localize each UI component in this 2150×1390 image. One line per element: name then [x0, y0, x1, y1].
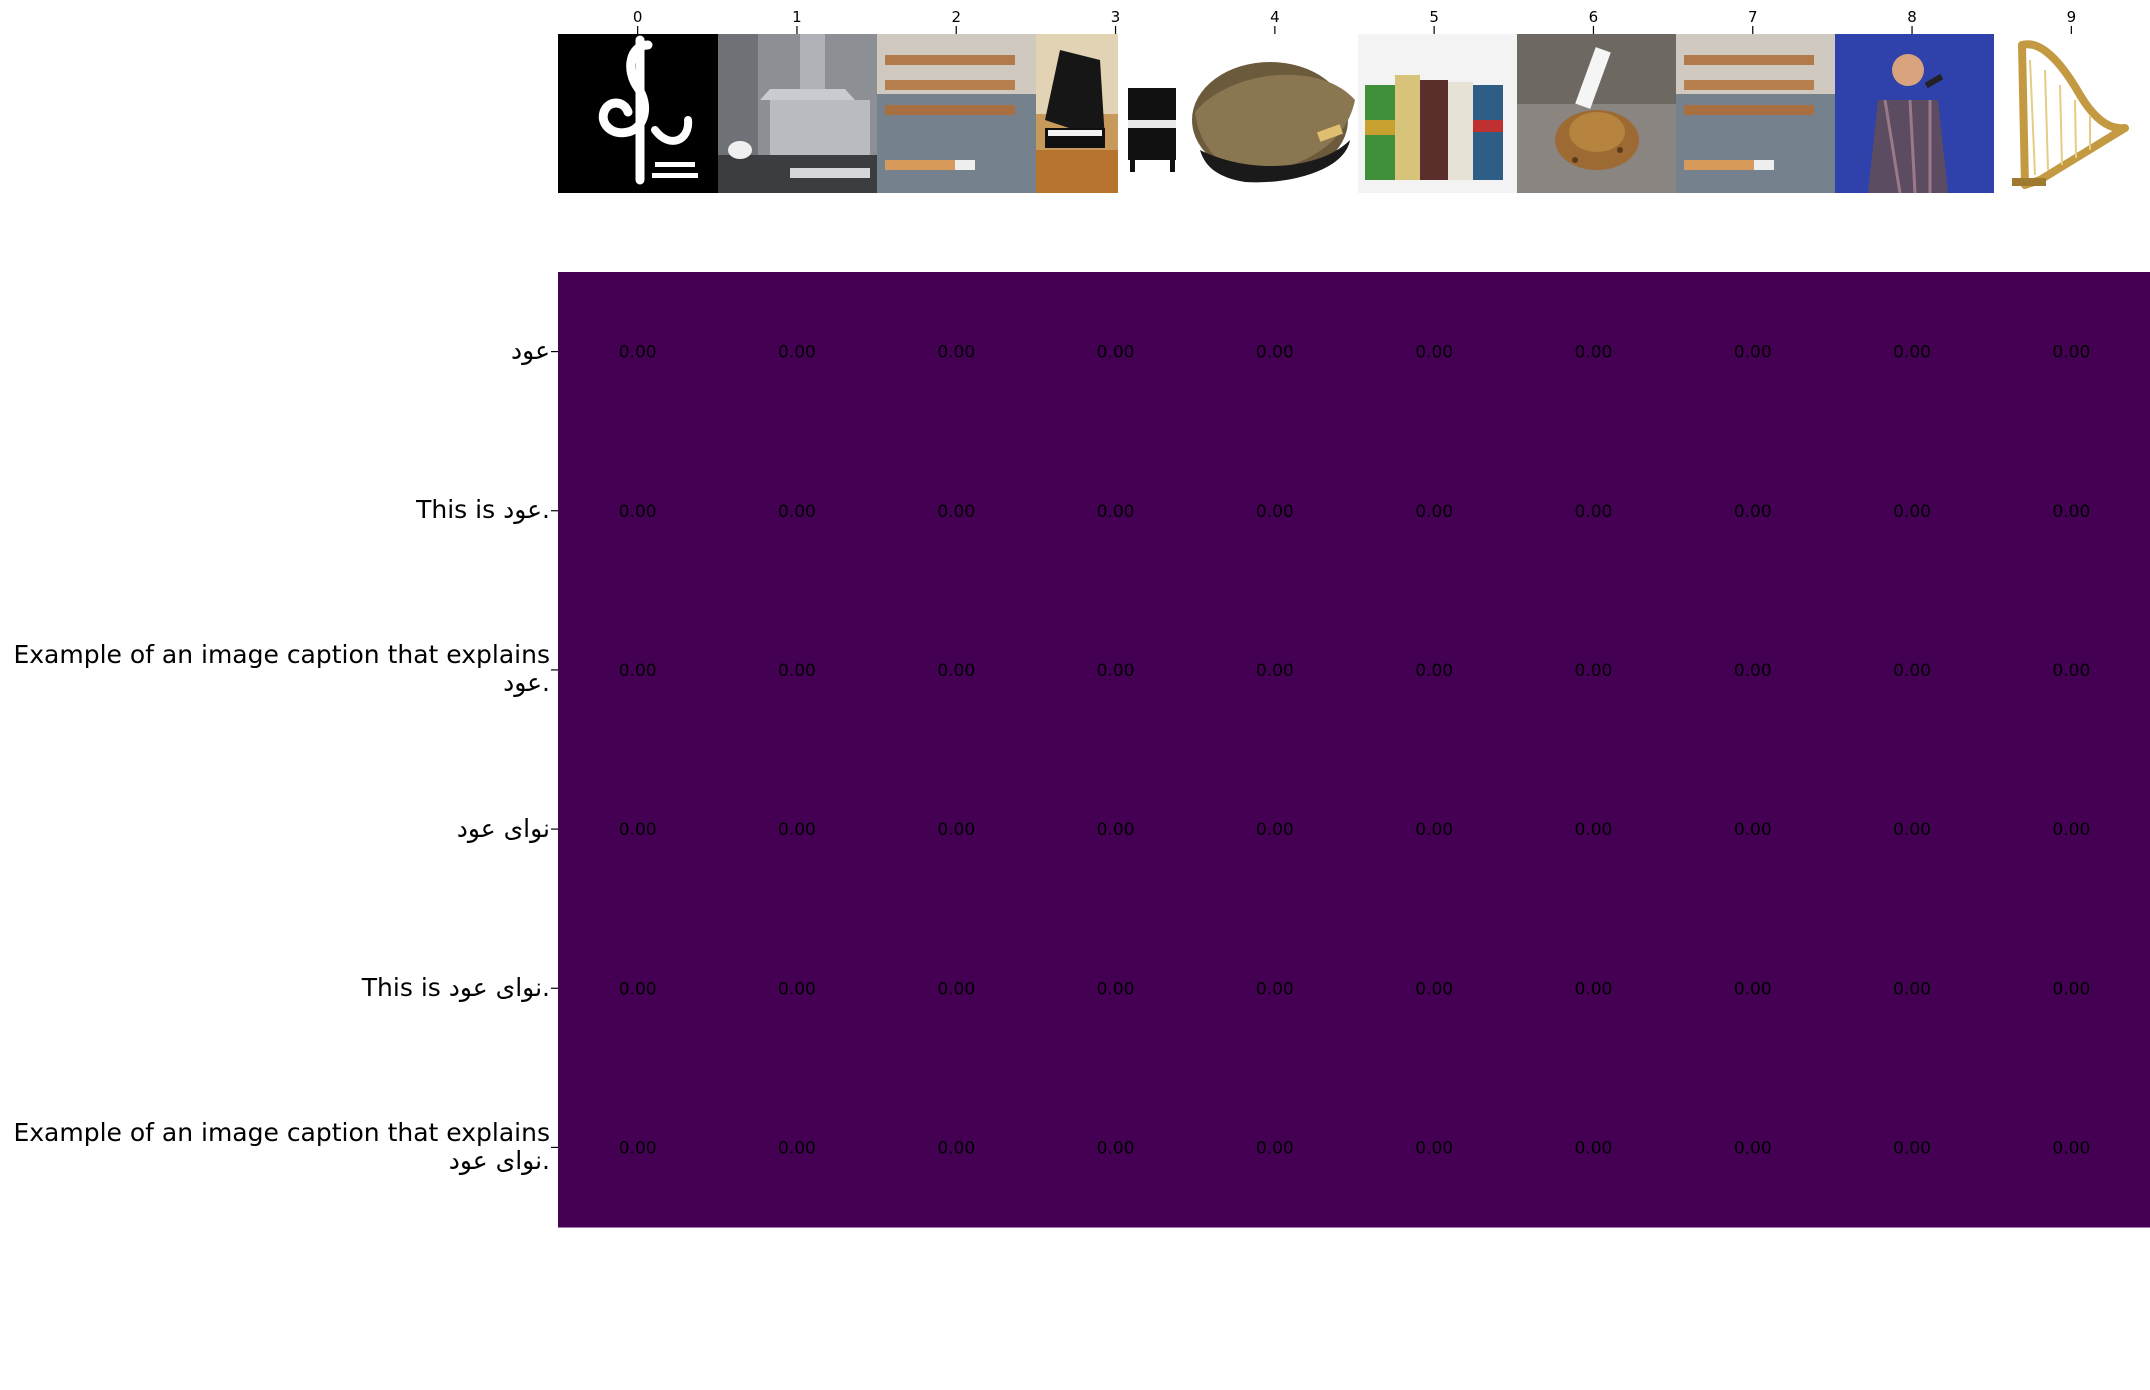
y-tick-label-1: This is عود.	[416, 495, 550, 524]
cell-label-0-4: 0.00	[1256, 343, 1294, 363]
cell-label-1-5: 0.00	[1415, 502, 1453, 522]
image-strip	[558, 34, 2150, 193]
cell-label-4-1: 0.00	[778, 979, 816, 999]
cell-label-5-6: 0.00	[1575, 1138, 1613, 1158]
cell-label-3-5: 0.00	[1415, 820, 1453, 840]
cell-label-0-1: 0.00	[778, 343, 816, 363]
cell-label-2-6: 0.00	[1575, 661, 1613, 681]
y-tick-label-3: نوای عود	[456, 814, 550, 843]
thumbnail-5	[1358, 34, 1517, 193]
cell-label-2-5: 0.00	[1415, 661, 1453, 681]
cell-label-4-6: 0.00	[1575, 979, 1613, 999]
cell-label-2-9: 0.00	[2052, 661, 2090, 681]
cell-label-1-4: 0.00	[1256, 502, 1294, 522]
cell-label-0-7: 0.00	[1734, 343, 1772, 363]
cell-label-5-1: 0.00	[778, 1138, 816, 1158]
cell-label-5-7: 0.00	[1734, 1138, 1772, 1158]
cell-label-5-0: 0.00	[619, 1138, 657, 1158]
cell-label-4-7: 0.00	[1734, 979, 1772, 999]
x-tick-label-5: 5	[1429, 8, 1439, 26]
cell-label-1-7: 0.00	[1734, 502, 1772, 522]
y-tick-label-0: عود	[511, 336, 550, 365]
cell-label-2-8: 0.00	[1893, 661, 1931, 681]
cell-label-0-8: 0.00	[1893, 343, 1931, 363]
cell-label-4-8: 0.00	[1893, 979, 1931, 999]
x-tick-label-3: 3	[1111, 8, 1121, 26]
thumbnail-7	[1676, 34, 1835, 193]
cell-label-3-9: 0.00	[2052, 820, 2090, 840]
thumbnail-8	[1835, 34, 1994, 193]
x-tick-label-0: 0	[633, 8, 643, 26]
cell-label-3-0: 0.00	[619, 820, 657, 840]
x-tick-label-4: 4	[1270, 8, 1280, 26]
thumbnail-2	[877, 34, 1036, 193]
x-tick-label-9: 9	[2067, 8, 2077, 26]
cell-label-2-2: 0.00	[937, 661, 975, 681]
thumbnail-6	[1517, 34, 1676, 193]
cell-label-4-2: 0.00	[937, 979, 975, 999]
cell-label-4-9: 0.00	[2052, 979, 2090, 999]
cell-label-1-9: 0.00	[2052, 502, 2090, 522]
x-tick-label-1: 1	[792, 8, 802, 26]
cell-label-0-0: 0.00	[619, 343, 657, 363]
x-axis-ticks: 0 1 2 3 4 5 6 7 8 9	[633, 8, 2076, 34]
cell-label-3-4: 0.00	[1256, 820, 1294, 840]
cell-label-0-3: 0.00	[1097, 343, 1135, 363]
y-tick-label-2: Example of an image caption that explain…	[13, 640, 550, 697]
cell-label-4-4: 0.00	[1256, 979, 1294, 999]
cell-label-4-5: 0.00	[1415, 979, 1453, 999]
cell-label-2-3: 0.00	[1097, 661, 1135, 681]
cell-label-0-9: 0.00	[2052, 343, 2090, 363]
cell-label-3-2: 0.00	[937, 820, 975, 840]
cell-label-0-2: 0.00	[937, 343, 975, 363]
cell-label-3-1: 0.00	[778, 820, 816, 840]
thumbnail-4	[1118, 34, 1358, 193]
y-tick-label-5: Example of an image caption that explain…	[13, 1118, 550, 1175]
cell-label-1-1: 0.00	[778, 502, 816, 522]
cell-label-2-4: 0.00	[1256, 661, 1294, 681]
cell-label-1-8: 0.00	[1893, 502, 1931, 522]
cell-label-0-6: 0.00	[1575, 343, 1613, 363]
cell-label-4-3: 0.00	[1097, 979, 1135, 999]
cell-label-1-3: 0.00	[1097, 502, 1135, 522]
cell-label-5-2: 0.00	[937, 1138, 975, 1158]
y-tick-label-4: This is نوای عود.	[361, 973, 550, 1002]
cell-label-1-6: 0.00	[1575, 502, 1613, 522]
thumbnail-0	[558, 34, 718, 193]
cell-label-0-5: 0.00	[1415, 343, 1453, 363]
cell-label-5-8: 0.00	[1893, 1138, 1931, 1158]
cell-label-3-6: 0.00	[1575, 820, 1613, 840]
cell-label-1-2: 0.00	[937, 502, 975, 522]
cell-label-5-9: 0.00	[2052, 1138, 2090, 1158]
x-tick-label-8: 8	[1907, 8, 1917, 26]
x-tick-label-6: 6	[1589, 8, 1599, 26]
heatmap-body: 0.00 0.00 0.00 0.00 0.00 0.00 0.00 0.00 0.00 0.00…	[558, 272, 2150, 1228]
x-tick-label-2: 2	[951, 8, 961, 26]
cell-label-1-0: 0.00	[619, 502, 657, 522]
thumbnail-9	[1994, 34, 2150, 193]
cell-label-4-0: 0.00	[619, 979, 657, 999]
thumbnail-1	[718, 34, 877, 193]
cell-label-2-0: 0.00	[619, 661, 657, 681]
cell-label-5-4: 0.00	[1256, 1138, 1294, 1158]
x-tick-label-7: 7	[1748, 8, 1758, 26]
cell-label-5-3: 0.00	[1097, 1138, 1135, 1158]
cell-label-3-7: 0.00	[1734, 820, 1772, 840]
cell-label-2-7: 0.00	[1734, 661, 1772, 681]
cell-label-2-1: 0.00	[778, 661, 816, 681]
y-axis-ticks	[551, 350, 558, 1149]
cell-label-3-3: 0.00	[1097, 820, 1135, 840]
cell-label-5-5: 0.00	[1415, 1138, 1453, 1158]
cell-label-3-8: 0.00	[1893, 820, 1931, 840]
thumbnail-3	[1036, 34, 1118, 193]
